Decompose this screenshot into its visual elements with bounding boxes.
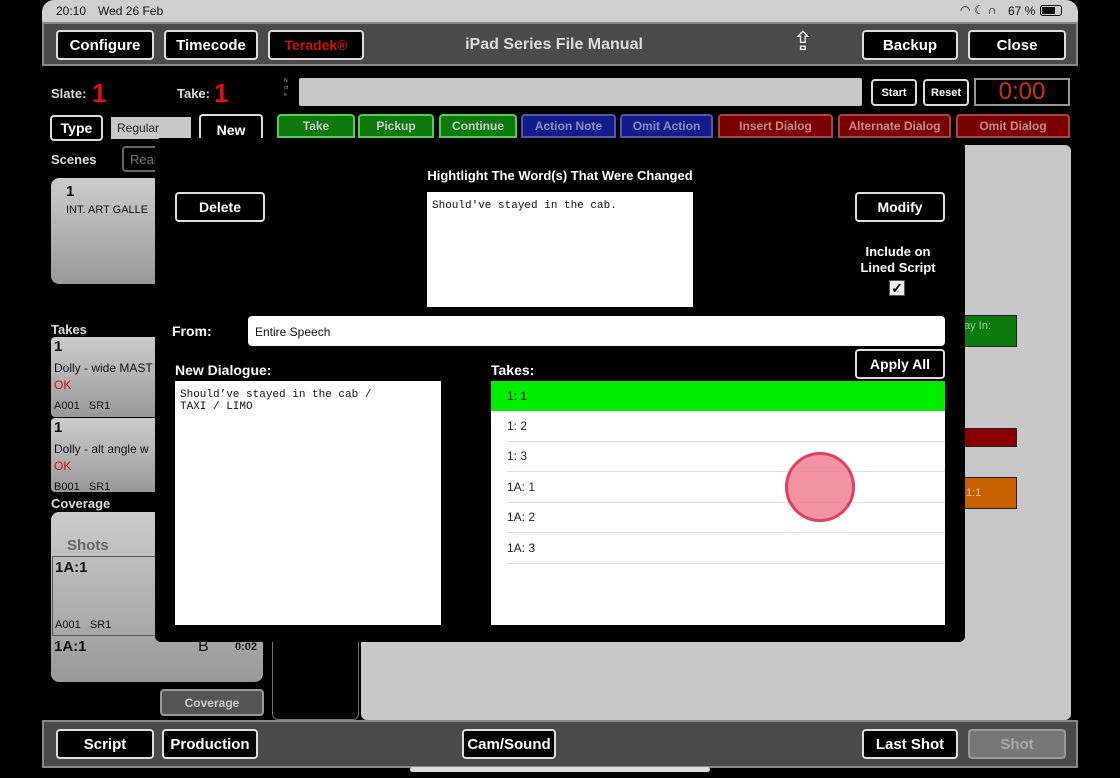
from-label: From: [172,323,212,339]
app-title: iPad Series File Manual [465,36,643,53]
take-type-continue[interactable]: Continue [439,114,517,138]
reset-button[interactable]: Reset [923,79,969,106]
backup-button[interactable]: Backup [862,30,958,60]
header-bar: Configure Timecode Teradek® iPad Series … [42,22,1078,66]
status-bar: 20:10 Wed 26 Feb ◠ ☾ ∩ 67 % [42,0,1078,22]
type-select[interactable]: Regular [111,117,191,139]
coverage-button[interactable]: Coverage [160,689,264,716]
apply-all-button[interactable]: Apply All [855,349,945,379]
original-text-area[interactable]: Should've stayed in the cab. [427,192,693,307]
coverage-label: Coverage [51,496,111,511]
timer-display: 0:00 [974,78,1070,106]
home-indicator [410,767,710,772]
shot-button[interactable]: Shot [968,729,1066,759]
timecode-button[interactable]: Timecode [164,30,258,60]
wifi-icon: ◠ ☾ ∩ [960,3,997,17]
new-dialogue-label: New Dialogue: [175,362,272,378]
shots-label: Shots [67,537,109,554]
include-checkbox[interactable]: ✓ [889,280,905,296]
scenes-label: Scenes [51,152,97,167]
scene-item[interactable]: 1 INT. ART GALLE [51,178,161,284]
start-button[interactable]: Start [871,79,917,106]
last-shot-button[interactable]: Last Shot [862,729,958,759]
take-desc: Dolly - wide MAST [54,361,153,375]
take-row[interactable]: 1: 3 [507,442,945,472]
modify-dialog-modal: Hightlight The Word(s) That Were Changed… [155,138,965,642]
new-dialogue-input[interactable]: Should’ve stayed in the cab / TAXI / LIMO [175,381,441,625]
takes-label: Takes [51,322,87,337]
take-number: 1 [54,338,63,355]
play-in-indicator: ay In: [961,315,1017,347]
battery-level: 67 % [1008,4,1036,18]
include-lined-script-label: Include on Lined Script [860,244,936,275]
battery-icon [1040,5,1062,16]
omit-action-button[interactable]: Omit Action [620,114,713,138]
close-button[interactable]: Close [968,30,1066,60]
configure-button[interactable]: Configure [56,30,154,60]
modal-title: Hightlight The Word(s) That Were Changed [427,168,693,183]
coverage-item[interactable]: 1A:1 B 0:02 [52,638,262,678]
omit-dialog-button[interactable]: Omit Dialog [956,114,1070,138]
takes-list-label: Takes: [491,362,535,378]
take-item[interactable]: 1 Dolly - wide MAST OK A001 SR1 [51,337,161,417]
take-type-take[interactable]: Take [277,114,355,138]
cam-sound-button[interactable]: Cam/Sound [462,729,556,759]
scene-number: 1 [66,183,75,200]
production-button[interactable]: Production [162,729,258,759]
shot-name: 1A:1 [55,559,88,576]
bottom-bar: Script Production Cam/Sound Last Shot Sh… [42,720,1078,768]
touch-indicator [785,452,855,522]
delete-button[interactable]: Delete [175,192,265,222]
take-type-pickup[interactable]: Pickup [358,114,434,138]
take-item[interactable]: 1 Dolly - alt angle w OK B001 SR1 [51,418,161,492]
scene-name: INT. ART GALLE [66,204,149,216]
take-row[interactable]: 1A: 2 [507,503,945,533]
take-cam: A001 SR1 [54,400,111,412]
shot-name: 1A:1 [54,638,87,655]
take-number: 1 [54,419,63,436]
take-value: 1 [214,78,229,108]
script-button[interactable]: Script [56,729,154,759]
action-note-button[interactable]: Action Note [521,114,616,138]
take-cam: B001 SR1 [54,481,111,492]
take-label: Take: [177,86,210,101]
red-indicator [961,428,1017,447]
note-input[interactable] [299,78,862,106]
share-icon[interactable]: ⇪ [792,26,814,57]
from-select[interactable]: Entire Speech [248,316,945,346]
date: Wed 26 Feb [98,4,164,18]
note-label: Note [284,78,289,98]
take-status: OK [54,459,72,473]
insert-dialog-button[interactable]: Insert Dialog [718,114,833,138]
slate-label: Slate: [51,86,87,101]
take-status: OK [54,378,72,392]
shot-duration: 0:02 [235,641,258,653]
alternate-dialog-button[interactable]: Alternate Dialog [838,114,951,138]
modify-button[interactable]: Modify [855,192,945,222]
take-row[interactable]: 1A: 3 [507,533,945,564]
shot-cam: A001 SR1 [55,619,112,631]
take-row[interactable]: 1A: 1 [507,472,945,503]
clock: 20:10 [56,4,87,18]
slate-value: 1 [92,78,107,108]
take-desc: Dolly - alt angle w [54,442,149,456]
take-row-selected[interactable]: 1: 1 [491,381,945,411]
type-button[interactable]: Type [50,115,103,141]
middle-panel [272,630,359,720]
take-row[interactable]: 1: 2 [507,411,945,442]
orange-indicator: 1:1 [961,477,1017,509]
takes-list: 1: 1 1: 2 1: 3 1A: 1 1A: 2 1A: 3 [491,381,945,625]
